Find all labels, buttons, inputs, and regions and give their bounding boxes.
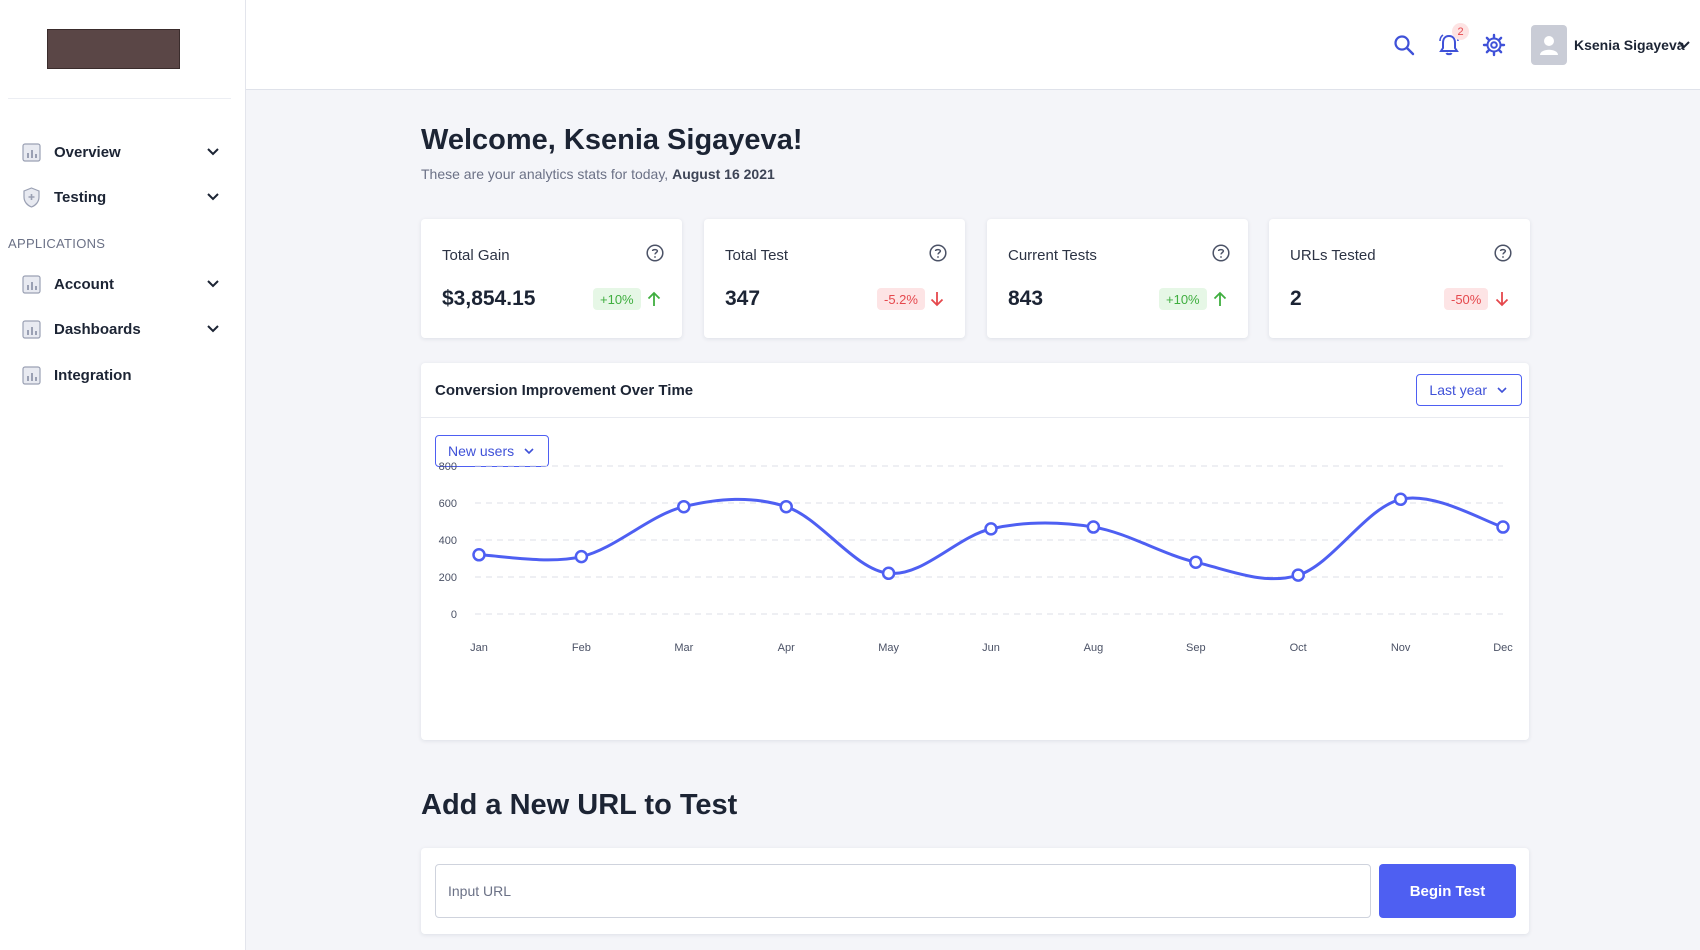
stat-label: Current Tests xyxy=(1008,247,1097,264)
y-tick-label: 400 xyxy=(439,535,457,547)
sidebar-item-testing[interactable]: Testing xyxy=(0,177,246,217)
stat-value: $3,854.15 xyxy=(442,287,536,310)
chevron-down-icon[interactable] xyxy=(205,321,221,337)
sidebar-item-integration[interactable]: Integration xyxy=(0,355,246,395)
sidebar-item-account[interactable]: Account xyxy=(0,264,246,304)
help-icon[interactable] xyxy=(1494,244,1512,262)
line-chart: 0 200 400 600 800 Jan Feb Mar Apr May Jun Aug Sep Oct… xyxy=(439,461,1514,654)
y-tick-label: 200 xyxy=(439,572,457,584)
subtitle-date: August 16 2021 xyxy=(672,166,775,182)
x-tick-label: Apr xyxy=(778,642,795,654)
chart-title: Conversion Improvement Over Time xyxy=(435,382,694,399)
arrow-up-icon xyxy=(1212,290,1228,308)
chart-icon xyxy=(22,319,41,339)
stat-card-total-gain: Total Gain $3,854.15 +10% xyxy=(421,219,682,338)
brand-logo[interactable] xyxy=(47,29,180,69)
page-title: Welcome, Ksenia Sigayeva! xyxy=(421,124,803,156)
sidebar: Overview Testing APPLICATIONS Account Da… xyxy=(0,0,246,950)
stat-change-badge: +10% xyxy=(1159,288,1207,310)
chevron-down-icon[interactable] xyxy=(205,189,221,205)
chevron-down-icon xyxy=(1497,384,1509,396)
add-url-heading: Add a New URL to Test xyxy=(421,789,738,821)
metric-select-value: New users xyxy=(448,443,515,459)
data-point xyxy=(1291,568,1305,582)
x-tick-label: Oct xyxy=(1290,642,1307,654)
notification-badge: 2 xyxy=(1452,23,1469,40)
avatar[interactable] xyxy=(1531,25,1567,65)
stat-change-badge: -5.2% xyxy=(877,288,925,310)
help-icon[interactable] xyxy=(646,244,664,262)
arrow-down-icon xyxy=(1494,290,1510,308)
data-point xyxy=(1189,555,1203,569)
sidebar-item-label: Overview xyxy=(54,143,121,161)
search-icon[interactable] xyxy=(1392,33,1416,57)
begin-test-button[interactable]: Begin Test xyxy=(1379,864,1516,918)
stat-value: 347 xyxy=(725,287,761,310)
help-icon[interactable] xyxy=(1212,244,1230,262)
stat-value: 2 xyxy=(1290,287,1302,310)
gear-icon[interactable] xyxy=(1482,33,1506,57)
x-tick-label: Sep xyxy=(1186,642,1206,654)
chart-icon xyxy=(22,142,41,162)
conversion-chart-card: Conversion Improvement Over Time Last ye… xyxy=(421,363,1529,740)
x-tick-label: Dec xyxy=(1493,642,1513,654)
subtitle-text: These are your analytics stats for today… xyxy=(421,166,673,182)
x-tick-label: Feb xyxy=(572,642,591,654)
chevron-down-icon[interactable] xyxy=(1676,37,1692,53)
sidebar-item-dashboards[interactable]: Dashboards xyxy=(0,309,246,349)
help-icon[interactable] xyxy=(929,244,947,262)
data-point xyxy=(1496,520,1510,534)
shield-icon xyxy=(22,186,41,208)
y-tick-label: 600 xyxy=(439,498,457,510)
stat-card-current-tests: Current Tests 843 +10% xyxy=(987,219,1248,338)
data-point xyxy=(881,566,896,581)
sidebar-item-label: Testing xyxy=(54,188,107,206)
x-tick-label: Jan xyxy=(470,642,488,654)
x-tick-label: Jun xyxy=(982,642,1000,654)
sidebar-item-label: Dashboards xyxy=(54,320,141,338)
data-point xyxy=(1086,520,1101,534)
chart-card-header: Conversion Improvement Over Time Last ye… xyxy=(421,363,1529,418)
stat-change-badge: +10% xyxy=(593,288,641,310)
stat-label: URLs Tested xyxy=(1290,247,1376,264)
add-url-card: Begin Test xyxy=(421,848,1529,934)
chart-icon xyxy=(22,274,41,294)
series-line xyxy=(478,496,1504,581)
arrow-up-icon xyxy=(646,290,662,308)
y-tick-label: 0 xyxy=(451,609,457,621)
data-point xyxy=(779,499,793,514)
stat-label: Total Gain xyxy=(442,247,510,264)
y-tick-label: 800 xyxy=(439,461,457,473)
chevron-down-icon[interactable] xyxy=(205,276,221,292)
sidebar-divider xyxy=(8,98,231,99)
url-input[interactable] xyxy=(435,864,1371,918)
stat-change-badge: -50% xyxy=(1444,288,1489,310)
stat-card-urls-tested: URLs Tested 2 -50% xyxy=(1269,219,1530,338)
data-point xyxy=(984,522,998,536)
x-tick-label: May xyxy=(878,642,899,654)
period-select-value: Last year xyxy=(1429,382,1487,398)
sidebar-item-overview[interactable]: Overview xyxy=(0,132,246,172)
page-subtitle: These are your analytics stats for today… xyxy=(421,166,775,182)
user-name[interactable]: Ksenia Sigayeva xyxy=(1574,37,1685,53)
arrow-down-icon xyxy=(929,290,945,308)
data-point xyxy=(677,499,691,514)
x-tick-label: Mar xyxy=(674,642,693,654)
stat-label: Total Test xyxy=(725,247,789,264)
stat-value: 843 xyxy=(1008,287,1044,310)
chart-icon xyxy=(22,365,41,385)
x-tick-label: Aug xyxy=(1084,642,1104,654)
data-point xyxy=(574,549,589,564)
chevron-down-icon[interactable] xyxy=(205,144,221,160)
data-point xyxy=(472,548,486,562)
sidebar-item-label: Account xyxy=(54,275,114,293)
sidebar-item-label: Integration xyxy=(54,366,132,384)
chevron-down-icon xyxy=(524,445,536,457)
sidebar-section-label: APPLICATIONS xyxy=(8,236,106,251)
period-select[interactable]: Last year xyxy=(1416,374,1522,406)
data-point xyxy=(1393,492,1408,507)
stat-card-total-test: Total Test 347 -5.2% xyxy=(704,219,965,338)
x-tick-label: Nov xyxy=(1391,642,1411,654)
